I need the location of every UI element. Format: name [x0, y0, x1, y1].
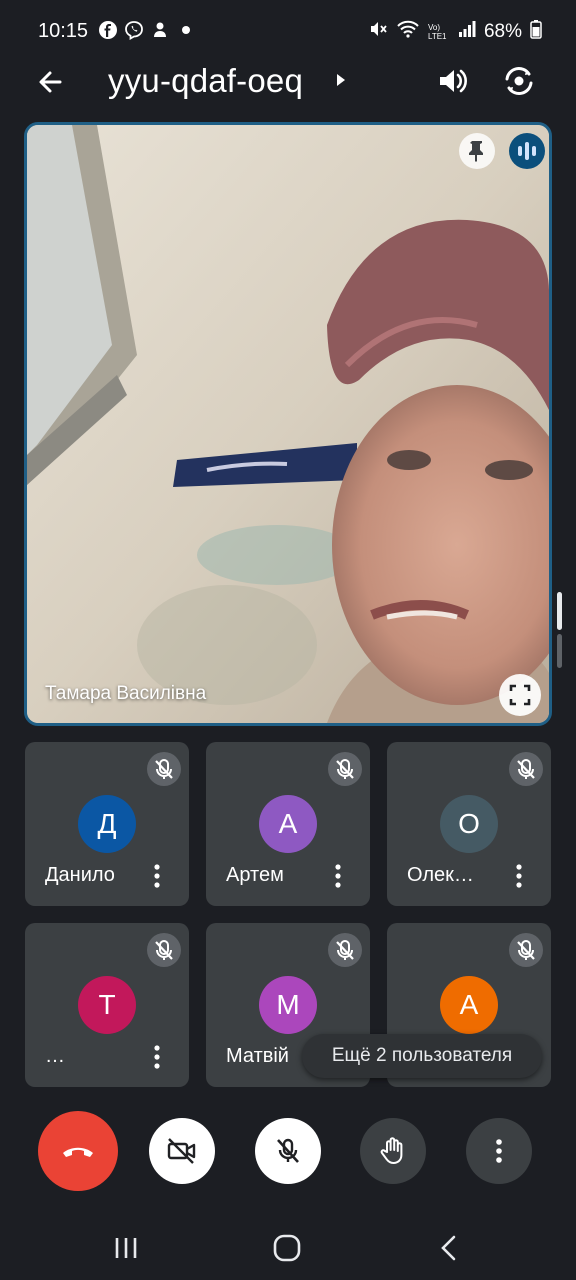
participant-tile[interactable]: О Олек…	[387, 742, 551, 906]
participant-name: Данило	[45, 864, 115, 886]
end-call-icon	[63, 1147, 93, 1157]
audio-level-indicator	[509, 133, 545, 169]
back-button[interactable]	[30, 62, 70, 102]
pin-button[interactable]	[459, 133, 495, 169]
caret-right-icon[interactable]	[334, 70, 348, 90]
recent-apps-button[interactable]	[104, 1226, 148, 1270]
switch-camera-icon	[505, 67, 533, 95]
mic-off-icon	[277, 1138, 299, 1163]
microphone-toggle-button[interactable]	[255, 1118, 321, 1184]
status-indicators: Vo) LTE1 68%	[368, 19, 542, 44]
battery-percent: 68%	[483, 20, 522, 42]
status-time: 10:15	[38, 20, 89, 42]
audio-wave-icon	[518, 142, 536, 160]
main-video-tile[interactable]: Тамара Василівна	[24, 122, 552, 726]
participant-tile[interactable]: Т …	[25, 923, 189, 1087]
more-vert-icon	[496, 1139, 502, 1163]
pin-icon	[469, 141, 483, 162]
home-icon	[273, 1234, 301, 1262]
avatar: О	[440, 795, 498, 853]
back-nav-button[interactable]	[427, 1226, 471, 1270]
more-vert-icon[interactable]	[326, 862, 350, 890]
more-participants-chip[interactable]: Ещё 2 пользователя	[302, 1034, 542, 1078]
participant-tile[interactable]: А Артем	[206, 742, 370, 906]
network-label: Vo) LTE1	[427, 22, 447, 41]
avatar: А	[440, 976, 498, 1034]
more-vert-icon[interactable]	[145, 862, 169, 890]
main-participant-name: Тамара Василівна	[45, 683, 207, 704]
arrow-back-icon	[39, 71, 62, 93]
status-app-icons	[98, 20, 190, 41]
notification-icon	[150, 20, 170, 40]
mic-off-icon	[509, 933, 543, 967]
home-button[interactable]	[265, 1226, 309, 1270]
mute-status-icon	[368, 19, 388, 44]
camera-off-icon	[167, 1138, 196, 1164]
participant-name: …	[45, 1045, 65, 1067]
participant-name: Матвій	[226, 1045, 289, 1067]
more-options-button[interactable]	[466, 1118, 532, 1184]
avatar: Д	[78, 795, 136, 853]
meeting-header: yyu-qdaf-oeq	[0, 50, 576, 112]
mic-off-icon	[147, 752, 181, 786]
participant-tile[interactable]: Д Данило	[25, 742, 189, 906]
end-call-button[interactable]	[38, 1111, 118, 1191]
camera-toggle-button[interactable]	[149, 1118, 215, 1184]
dot-icon	[182, 26, 190, 34]
mic-off-icon	[328, 752, 362, 786]
signal-icon	[458, 20, 476, 43]
participant-name: Олек…	[407, 864, 474, 886]
scroll-indicator-track	[557, 634, 562, 668]
facebook-icon	[98, 20, 118, 40]
mic-off-icon	[147, 933, 181, 967]
wifi-icon	[396, 19, 420, 44]
more-vert-icon[interactable]	[507, 862, 531, 890]
fullscreen-button[interactable]	[499, 674, 541, 716]
hand-icon	[380, 1137, 403, 1164]
battery-icon	[530, 19, 542, 44]
avatar: А	[259, 795, 317, 853]
video-feed	[27, 125, 549, 723]
chevron-left-icon	[441, 1235, 456, 1261]
speaker-icon	[440, 69, 467, 93]
mic-off-icon	[509, 752, 543, 786]
recents-icon	[115, 1238, 137, 1258]
viber-icon	[124, 20, 144, 41]
mic-off-icon	[328, 933, 362, 967]
fullscreen-icon	[509, 684, 531, 706]
more-vert-icon[interactable]	[145, 1043, 169, 1071]
scroll-indicator	[557, 592, 562, 630]
switch-camera-button[interactable]	[500, 62, 538, 100]
meeting-code[interactable]: yyu-qdaf-oeq	[108, 62, 303, 100]
raise-hand-button[interactable]	[360, 1118, 426, 1184]
audio-output-button[interactable]	[434, 62, 472, 100]
participant-name: Артем	[226, 864, 284, 886]
avatar: М	[259, 976, 317, 1034]
avatar: Т	[78, 976, 136, 1034]
